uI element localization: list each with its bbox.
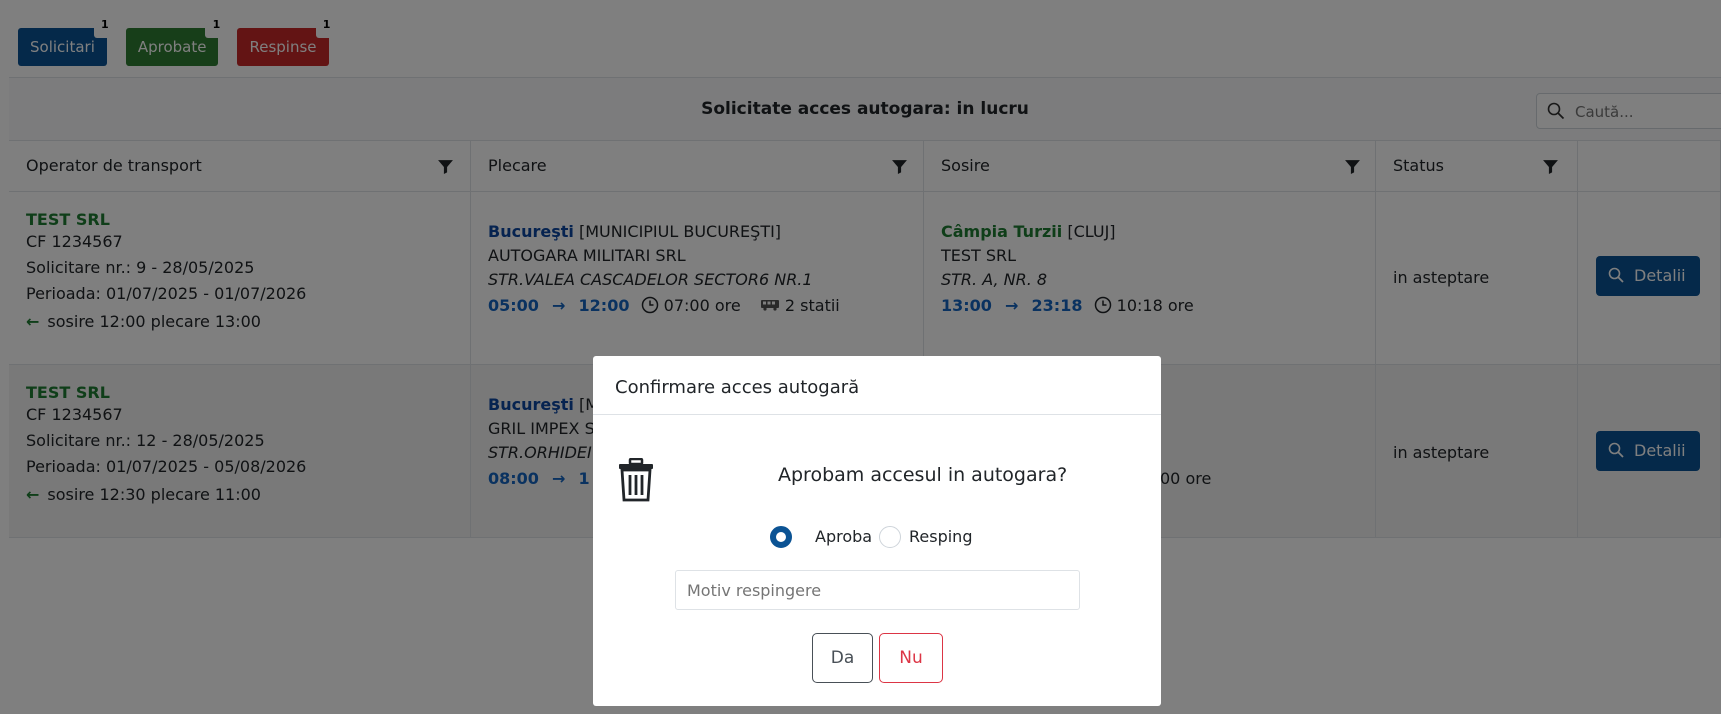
radio-resping[interactable] [879, 526, 901, 548]
modal-header: Confirmare acces autogară [593, 356, 1161, 415]
confirm-access-modal: Confirmare acces autogară Aprobam accesu… [593, 356, 1161, 706]
modal-title: Confirmare acces autogară [615, 377, 860, 398]
confirm-question: Aprobam accesul in autogara? [778, 464, 1068, 486]
radio-resping-label[interactable]: Resping [909, 527, 972, 546]
radio-aproba[interactable] [770, 526, 792, 548]
confirm-no-button[interactable]: Nu [879, 633, 943, 683]
rejection-reason-input[interactable] [675, 570, 1080, 610]
confirm-yes-button[interactable]: Da [812, 633, 873, 683]
radio-aproba-label[interactable]: Aproba [815, 527, 872, 546]
trash-icon [619, 458, 653, 502]
